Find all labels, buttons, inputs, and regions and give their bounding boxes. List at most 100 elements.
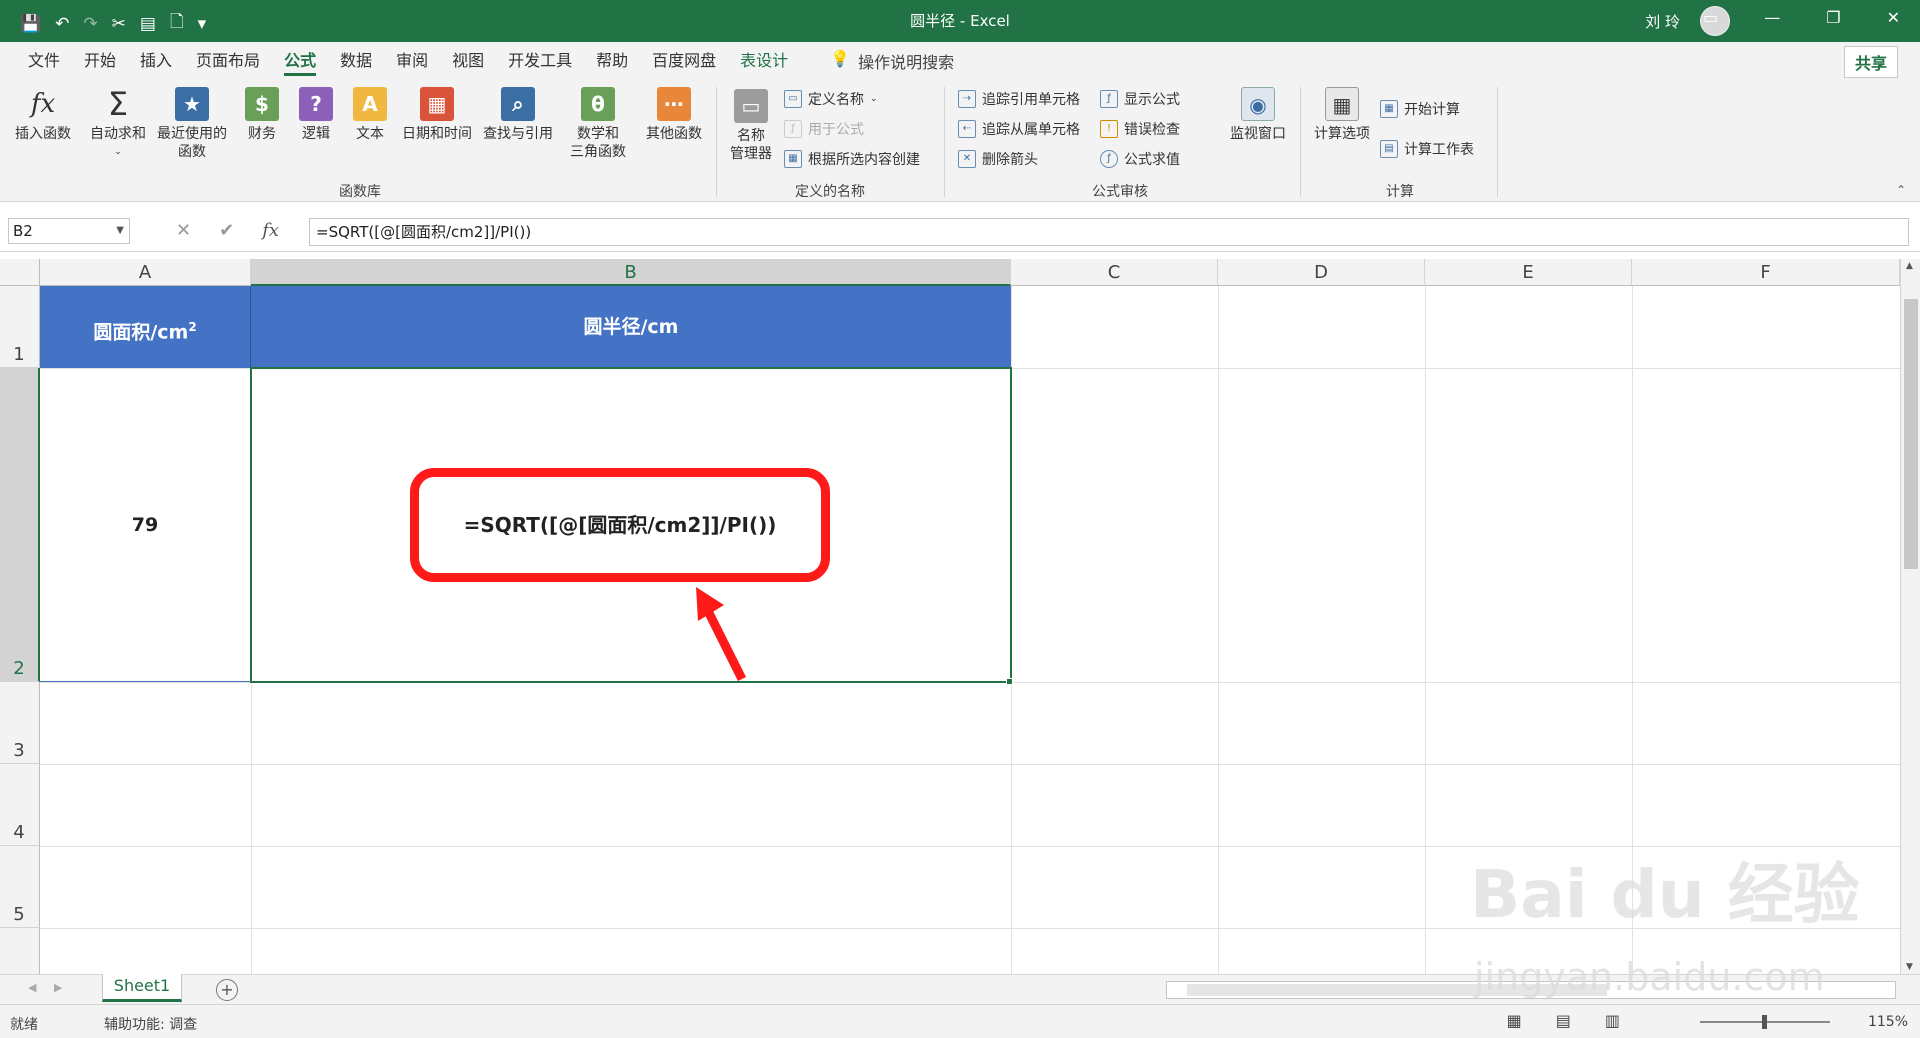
cell-b1[interactable]: 圆半径/cm (251, 286, 1011, 368)
add-sheet-icon[interactable]: + (216, 979, 238, 1001)
error-checking-button[interactable]: ! 错误检查 (1100, 119, 1180, 139)
tab-file[interactable]: 文件 (16, 42, 72, 79)
chevron-down-icon[interactable]: ▼ (116, 219, 124, 243)
cancel-icon[interactable]: ✕ (176, 220, 191, 241)
use-in-formula-button: ƒ 用于公式 (784, 119, 864, 139)
calc-sheet-button[interactable]: ▤ 计算工作表 (1380, 139, 1474, 159)
zoom-slider-handle[interactable] (1762, 1015, 1767, 1029)
watch-window-button[interactable]: ◉ 监视窗口 (1226, 87, 1290, 143)
row-header-1[interactable]: 1 (0, 286, 40, 368)
vertical-scrollbar[interactable]: ▲ ▼ (1900, 259, 1920, 974)
group-divider (716, 87, 717, 197)
tell-me-search[interactable]: 💡 操作说明搜索 (830, 49, 954, 73)
minimize-icon[interactable]: — (1764, 8, 1780, 27)
name-manager-button[interactable]: ▭ 名称 管理器 (726, 89, 776, 163)
trace-precedents-button[interactable]: ⇢ 追踪引用单元格 (958, 89, 1080, 109)
zoom-slider[interactable] (1700, 1015, 1830, 1029)
accessibility-status[interactable]: 辅助功能: 调查 (104, 1014, 197, 1034)
tab-table-design[interactable]: 表设计 (728, 42, 800, 79)
column-header-d[interactable]: D (1218, 259, 1425, 286)
normal-view-icon[interactable]: ▦ (1507, 1011, 1522, 1030)
tab-page-layout[interactable]: 页面布局 (184, 42, 272, 79)
enter-icon[interactable]: ✔ (219, 220, 234, 241)
remove-arrows-icon: ✕ (958, 150, 976, 168)
fx-icon[interactable]: fx (262, 220, 279, 241)
row-header-6[interactable] (0, 928, 40, 974)
close-icon[interactable]: ✕ (1887, 8, 1900, 27)
row-header-2[interactable]: 2 (0, 368, 40, 682)
group-label-calc: 计算 (1386, 184, 1414, 200)
scroll-down-icon[interactable]: ▼ (1906, 962, 1913, 972)
tab-review[interactable]: 审阅 (384, 42, 440, 79)
sigma-icon: Σ (107, 85, 129, 123)
tab-insert[interactable]: 插入 (128, 42, 184, 79)
error-checking-icon: ! (1100, 120, 1118, 138)
row-header-5[interactable]: 5 (0, 846, 40, 928)
logical-button[interactable]: ? 逻辑 (292, 87, 340, 143)
column-header-c[interactable]: C (1011, 259, 1218, 286)
group-label-auditing: 公式审核 (1092, 184, 1148, 200)
column-header-b[interactable]: B (251, 259, 1011, 286)
status-ready: 就绪 (10, 1017, 38, 1033)
ribbon-display-icon[interactable]: ▭ (1703, 8, 1718, 27)
autosum-button[interactable]: Σ 自动求和 ⌄ (86, 87, 150, 161)
text-icon: A (353, 87, 387, 121)
create-from-selection-button[interactable]: ▦ 根据所选内容创建 (784, 149, 920, 169)
sheet-nav-left-icon[interactable]: ◀ (28, 981, 36, 994)
collapse-ribbon-icon[interactable]: ⌃ (1896, 183, 1906, 197)
show-formulas-button[interactable]: ƒ 显示公式 (1100, 89, 1180, 109)
trace-dependents-button[interactable]: ⇠ 追踪从属单元格 (958, 119, 1080, 139)
page-break-view-icon[interactable]: ▥ (1605, 1011, 1620, 1030)
recently-used-button[interactable]: ★ 最近使用的 函数 (152, 87, 232, 161)
formula-buttons: ✕ ✔ fx (176, 220, 279, 241)
restore-icon[interactable]: ❐ (1826, 8, 1840, 27)
text-button[interactable]: A 文本 (346, 87, 394, 143)
tab-view[interactable]: 视图 (440, 42, 496, 79)
more-functions-icon: ⋯ (657, 87, 691, 121)
user-name[interactable]: 刘 玲 (1645, 11, 1680, 32)
calc-options-button[interactable]: ▦ 计算选项 (1310, 87, 1374, 143)
more-functions-button[interactable]: ⋯ 其他函数 (640, 87, 708, 143)
sheet-tab-sheet1[interactable]: Sheet1 (102, 974, 182, 1002)
group-divider (944, 87, 945, 197)
page-layout-view-icon[interactable]: ▤ (1556, 1011, 1571, 1030)
datetime-button[interactable]: ▦ 日期和时间 (398, 87, 476, 143)
tab-data[interactable]: 数据 (328, 42, 384, 79)
name-box[interactable]: B2 ▼ (8, 218, 130, 244)
fill-handle[interactable] (1006, 678, 1013, 685)
column-header-e[interactable]: E (1425, 259, 1632, 286)
tab-developer[interactable]: 开发工具 (496, 42, 584, 79)
column-header-a[interactable]: A (40, 259, 251, 286)
formula-input[interactable]: =SQRT([@[圆面积/cm2]]/PI()) (309, 218, 1909, 246)
remove-arrows-button[interactable]: ✕ 删除箭头 (958, 149, 1038, 169)
annotation-arrow (696, 587, 747, 682)
lookup-button[interactable]: ⌕ 查找与引用 (480, 87, 556, 143)
scroll-up-icon[interactable]: ▲ (1906, 261, 1913, 271)
insert-function-button[interactable]: fx 插入函数 (8, 87, 78, 143)
share-button[interactable]: 共享 (1843, 46, 1898, 78)
annotation-formula-callout: =SQRT([@[圆面积/cm2]]/PI()) (410, 468, 830, 582)
cell-a1[interactable]: 圆面积/cm2 (40, 286, 251, 368)
tab-help[interactable]: 帮助 (584, 42, 640, 79)
financial-button[interactable]: $ 财务 (238, 87, 286, 143)
ribbon-tabs: 文件 开始 插入 页面布局 公式 数据 审阅 视图 开发工具 帮助 百度网盘 表… (0, 42, 1920, 79)
define-name-icon: ▭ (784, 90, 802, 108)
formula-bar: B2 ▼ ✕ ✔ fx =SQRT([@[圆面积/cm2]]/PI()) (0, 202, 1920, 252)
zoom-level[interactable]: 115% (1868, 1014, 1908, 1030)
define-name-button[interactable]: ▭ 定义名称 ⌄ (784, 89, 878, 109)
select-all-corner[interactable] (0, 259, 40, 286)
vertical-scroll-thumb[interactable] (1904, 299, 1918, 569)
calc-now-button[interactable]: ▦ 开始计算 (1380, 99, 1460, 119)
worksheet-grid[interactable]: A B C D E F 1 2 3 4 5 圆面积/cm2 圆半径/cm 79 … (0, 259, 1900, 974)
financial-icon: $ (245, 87, 279, 121)
math-trig-button[interactable]: θ 数学和 三角函数 (560, 87, 636, 161)
tab-formulas[interactable]: 公式 (272, 42, 328, 79)
row-header-3[interactable]: 3 (0, 682, 40, 764)
row-header-4[interactable]: 4 (0, 764, 40, 846)
tab-baidu-netdisk[interactable]: 百度网盘 (640, 42, 728, 79)
evaluate-formula-button[interactable]: ƒ 公式求值 (1100, 149, 1180, 169)
sheet-nav-right-icon[interactable]: ▶ (54, 981, 62, 994)
column-header-f[interactable]: F (1632, 259, 1900, 286)
tab-home[interactable]: 开始 (72, 42, 128, 79)
cell-a2[interactable]: 79 (40, 368, 251, 682)
